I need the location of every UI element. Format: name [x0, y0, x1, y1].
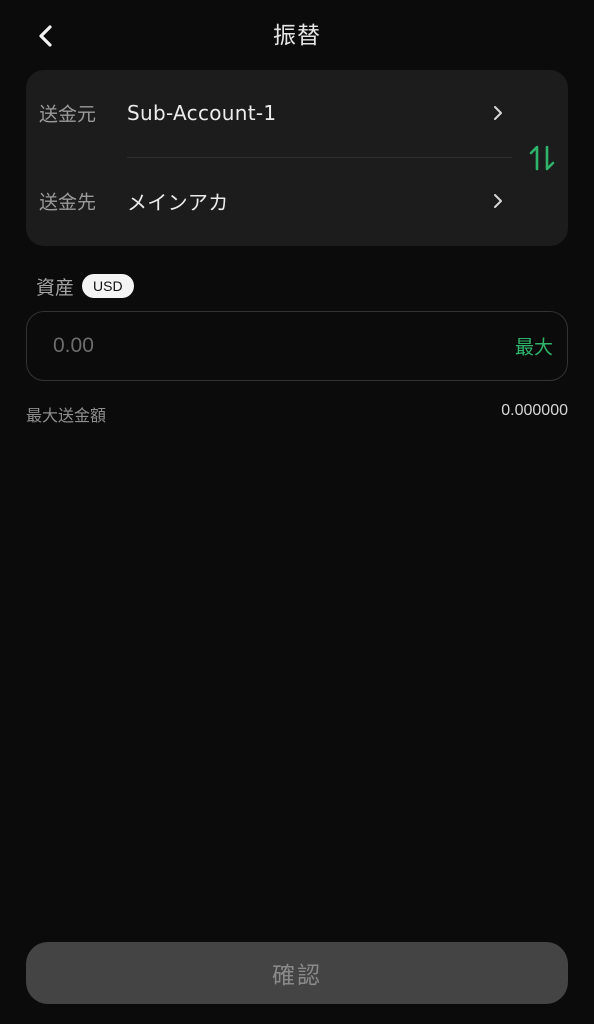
to-account-label: 送金先 — [39, 191, 97, 214]
max-transfer-label: 最大送金額 — [26, 406, 107, 425]
from-account-label: 送金元 — [39, 103, 97, 126]
currency-badge[interactable]: USD — [82, 274, 134, 298]
from-account-selector[interactable]: 送金元 Sub-Account-1 — [26, 70, 526, 156]
swap-accounts-button[interactable] — [524, 140, 560, 176]
asset-label: 資産 — [36, 276, 75, 299]
confirm-button[interactable]: 確認 — [26, 942, 568, 1004]
page-title: 振替 — [273, 23, 321, 49]
swap-vertical-icon — [529, 145, 555, 171]
header: 振替 — [0, 0, 594, 66]
from-account-value: Sub-Account-1 — [127, 101, 277, 125]
chevron-right-icon — [494, 194, 502, 208]
amount-field: 最大 — [26, 311, 568, 381]
asset-row: 資産 USD — [36, 270, 134, 302]
to-account-selector[interactable]: 送金先 メインアカ — [26, 158, 526, 244]
max-transfer-value: 0.000000 — [501, 402, 568, 419]
transfer-card: 送金元 Sub-Account-1 送金先 メインアカ — [26, 70, 568, 246]
to-account-value: メインアカ — [127, 190, 229, 215]
chevron-right-icon — [494, 106, 502, 120]
amount-input[interactable] — [53, 334, 453, 358]
max-button[interactable]: 最大 — [515, 333, 553, 360]
